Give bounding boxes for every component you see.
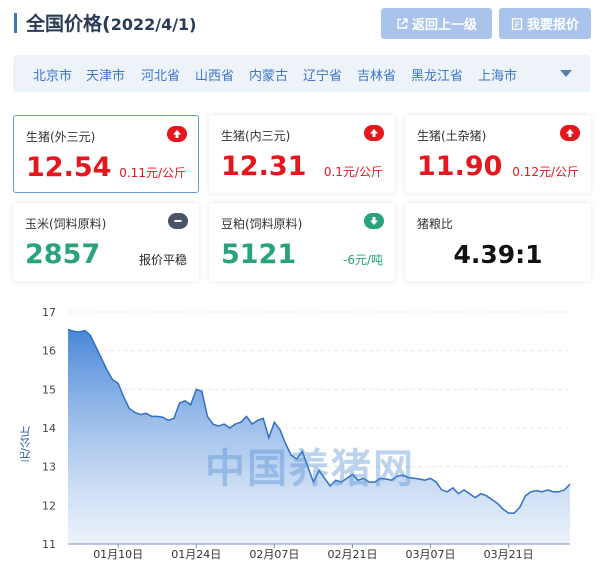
card-name: 玉米(饲料原料) (25, 217, 107, 231)
card-change: 0.12元/公斤 (512, 165, 579, 179)
watermark: 中国养猪网 (205, 446, 415, 492)
card-change: -6元/吨 (342, 253, 383, 267)
province-link[interactable]: 黑龙江省 (411, 65, 463, 84)
x-tick-label: 02月07日 (249, 548, 299, 561)
price-card-corn[interactable]: 玉米(饲料原料) 2857 报价平稳 (13, 203, 199, 281)
card-name: 生猪(内三元) (221, 129, 291, 143)
price-trend-chart: 11 12 13 14 15 16 17 01月10日 01月24日 02月07日 02月21日 03… (0, 296, 603, 576)
province-link[interactable]: 辽宁省 (303, 65, 342, 84)
x-tick-label: 01月10日 (93, 548, 143, 561)
card-name: 生猪(土杂猪) (417, 129, 487, 143)
card-change: 报价平稳 (138, 253, 187, 267)
card-price: 4.39:1 (453, 240, 543, 269)
arrow-up-icon (560, 125, 580, 141)
external-link-icon (397, 17, 408, 29)
price-card-pig-grain-ratio[interactable]: 猪粮比 4.39:1 (405, 203, 591, 281)
province-link[interactable]: 北京市 (33, 65, 72, 84)
back-button-label: 返回上一级 (411, 18, 477, 33)
province-nav: 北京市 天津市 河北省 山西省 内蒙古 辽宁省 吉林省 黑龙江省 上海市 (13, 55, 590, 92)
price-card-pig-tuzazhu[interactable]: 生猪(土杂猪) 11.90 0.12元/公斤 (405, 115, 591, 193)
card-change: 0.1元/公斤 (323, 165, 383, 179)
page-title: 全国价格(2022/4/1) (26, 9, 196, 36)
card-name: 猪粮比 (417, 217, 454, 231)
price-card-soybean-meal[interactable]: 豆粕(饲料原料) 5121 -6元/吨 (209, 203, 395, 281)
province-link[interactable]: 上海市 (478, 65, 517, 84)
x-tick-label: 01月24日 (171, 548, 221, 561)
province-link[interactable]: 吉林省 (357, 65, 396, 84)
back-button[interactable]: 返回上一级 (381, 8, 492, 39)
x-tick-label: 03月07日 (406, 548, 456, 561)
price-card-pig-neisanyuan[interactable]: 生猪(内三元) 12.31 0.1元/公斤 (209, 115, 395, 193)
card-price: 2857 (25, 239, 101, 270)
province-link[interactable]: 山西省 (195, 65, 234, 84)
province-link[interactable]: 天津市 (86, 65, 125, 84)
y-axis-label: 元/公斤 (19, 426, 32, 463)
title-accent-bar (14, 13, 17, 33)
y-tick-label: 14 (42, 422, 56, 435)
province-link[interactable]: 河北省 (141, 65, 180, 84)
title-date: 2022/4/1) (110, 15, 197, 34)
y-tick-label: 12 (42, 499, 56, 512)
card-change: 0.11元/公斤 (119, 166, 186, 180)
x-tick-label: 03月21日 (484, 548, 534, 561)
card-price: 11.90 (417, 151, 503, 182)
header: 全国价格(2022/4/1) 返回上一级 我要报价 (0, 0, 603, 46)
minus-icon (168, 213, 188, 229)
card-price: 12.54 (26, 152, 112, 183)
y-tick-label: 15 (42, 383, 56, 396)
arrow-up-icon (167, 126, 187, 142)
document-icon (511, 17, 523, 30)
card-price: 5121 (221, 239, 297, 270)
arrow-down-icon (364, 213, 384, 229)
expand-provinces-icon[interactable] (560, 70, 572, 77)
report-price-button[interactable]: 我要报价 (499, 8, 591, 39)
card-price: 12.31 (221, 151, 307, 182)
province-link[interactable]: 内蒙古 (249, 65, 288, 84)
price-card-pig-waisanyuan[interactable]: 生猪(外三元) 12.54 0.11元/公斤 (13, 115, 199, 193)
y-tick-label: 17 (42, 306, 56, 319)
card-name: 生猪(外三元) (26, 130, 96, 144)
report-button-label: 我要报价 (526, 18, 579, 33)
card-name: 豆粕(饲料原料) (221, 217, 303, 231)
y-tick-label: 16 (42, 345, 56, 358)
title-main: 全国价格( (26, 13, 111, 35)
y-tick-label: 11 (42, 538, 56, 551)
x-tick-label: 02月21日 (327, 548, 377, 561)
arrow-up-icon (364, 125, 384, 141)
y-tick-label: 13 (42, 461, 56, 474)
